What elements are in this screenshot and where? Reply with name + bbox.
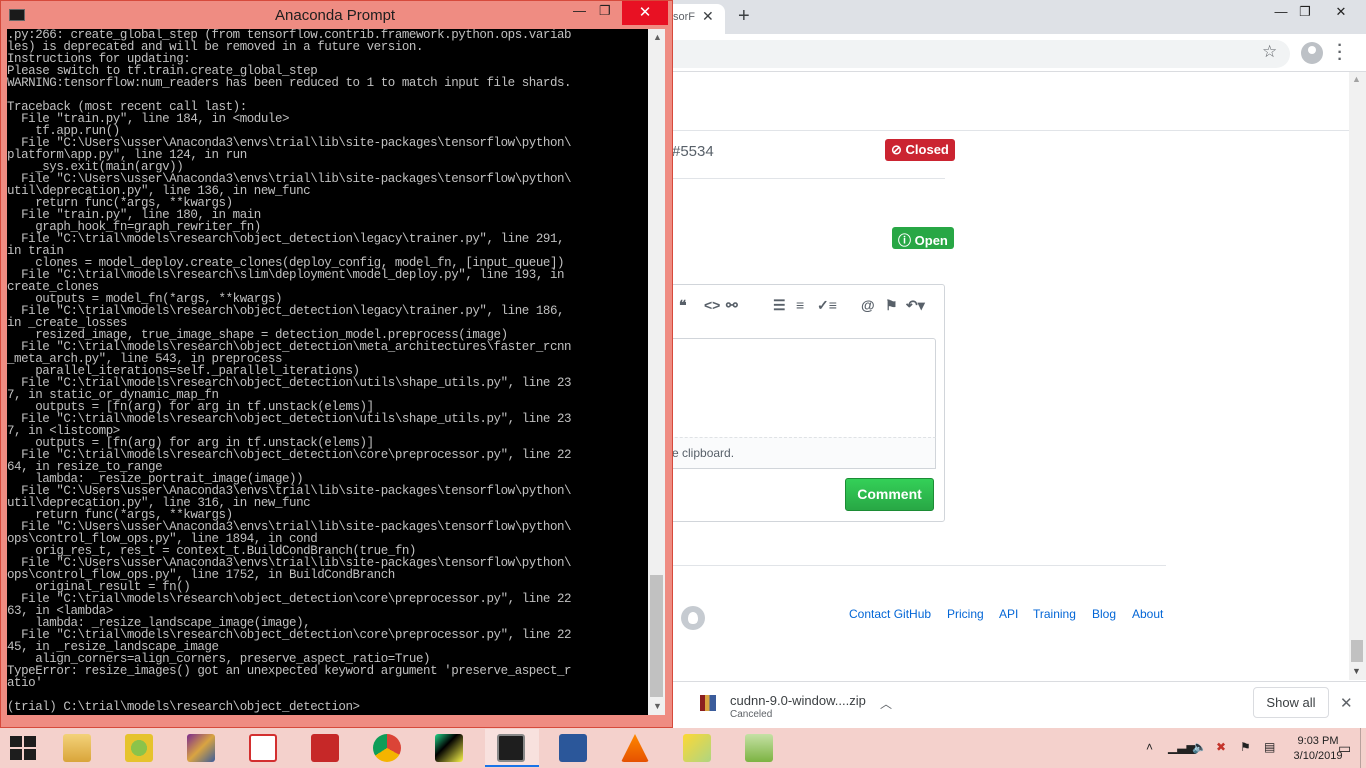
- download-file-name[interactable]: cudnn-9.0-window....zip: [730, 693, 866, 708]
- closed-badge-label: Closed: [905, 142, 949, 157]
- taskbar-qgis-button[interactable]: [113, 729, 167, 767]
- taskbar-file-explorer-button[interactable]: [51, 729, 105, 767]
- reply-icon[interactable]: ↶▾: [906, 297, 925, 314]
- ordered-list-icon[interactable]: ≡: [796, 297, 804, 313]
- new-tab-icon[interactable]: +: [738, 5, 750, 28]
- vlc-icon: [621, 734, 649, 762]
- taskbar-pycharm-button[interactable]: [423, 729, 477, 767]
- taskbar-10-app-button[interactable]: [237, 729, 291, 767]
- anaconda-prompt-window: Anaconda Prompt — ❐ ✕ .py:266: create_gl…: [0, 0, 673, 728]
- console-output[interactable]: .py:266: create_global_step (from tensor…: [7, 29, 648, 715]
- address-bar[interactable]: [640, 40, 1290, 68]
- footer-link-blog[interactable]: Blog: [1092, 607, 1116, 621]
- notepad-plus-plus-icon: [745, 734, 773, 762]
- open-status-badge: ⓘ Open: [892, 227, 954, 249]
- open-icon: ⓘ: [898, 233, 912, 248]
- tab-close-icon[interactable]: ✕: [702, 8, 714, 25]
- taskbar-photos-button[interactable]: [671, 729, 725, 767]
- taskbar-vlc-button[interactable]: [609, 729, 663, 767]
- comment-button[interactable]: Comment: [845, 478, 934, 511]
- chrome-icon: [373, 734, 401, 762]
- prompt-close-button[interactable]: ✕: [622, 1, 668, 25]
- security-alert-icon[interactable]: ✖: [1216, 740, 1226, 754]
- console-line: WARNING:tensorflow:num_readers has been …: [7, 76, 572, 90]
- winrar-icon: [187, 734, 215, 762]
- taskbar-chrome-button[interactable]: [361, 729, 415, 767]
- footer-divider: [672, 565, 1166, 566]
- pdf-reader-icon: [311, 734, 339, 762]
- page-scrollbar[interactable]: [1349, 72, 1366, 680]
- github-logo-icon[interactable]: [681, 606, 705, 630]
- volume-icon[interactable]: 🔈: [1192, 740, 1207, 754]
- task-list-icon[interactable]: ✓≡: [817, 297, 837, 314]
- chrome-close-button[interactable]: ✕: [1318, 2, 1364, 24]
- show-all-button[interactable]: Show all: [1253, 687, 1329, 718]
- footer-link-api[interactable]: API: [999, 607, 1018, 621]
- taskbar-pdf-reader-button[interactable]: [299, 729, 353, 767]
- closed-status-badge: ⊘ Closed: [885, 139, 955, 161]
- taskbar-notepad-plus-plus-button[interactable]: [733, 729, 787, 767]
- prompt-minimize-button[interactable]: —: [573, 3, 586, 18]
- code-icon[interactable]: <>: [704, 297, 720, 313]
- quote-icon[interactable]: ❝: [679, 297, 687, 314]
- device-icon[interactable]: ▤: [1264, 740, 1275, 754]
- show-desktop-button[interactable]: [1360, 728, 1366, 768]
- windows-start-button[interactable]: [10, 736, 38, 762]
- footer-link-contact[interactable]: Contact GitHub: [849, 607, 931, 621]
- photos-icon: [683, 734, 711, 762]
- unordered-list-icon[interactable]: ☰: [773, 297, 786, 314]
- footer-link-about[interactable]: About: [1132, 607, 1163, 621]
- prompt-window-title: Anaconda Prompt: [275, 7, 396, 24]
- taskbar-command-prompt-button[interactable]: [485, 729, 539, 767]
- show-hidden-icons-icon[interactable]: ˄: [1146, 740, 1153, 754]
- console-scroll-up-icon[interactable]: ▲: [653, 32, 662, 42]
- bookmark-icon[interactable]: ⚑: [885, 297, 898, 314]
- issue-reference-link[interactable]: #5534: [672, 143, 714, 160]
- archive-file-icon: [700, 695, 716, 711]
- command-prompt-icon: [497, 734, 525, 762]
- open-badge-label: Open: [914, 233, 948, 248]
- mention-icon[interactable]: @: [861, 297, 875, 313]
- console-app-icon[interactable]: [9, 9, 25, 21]
- file-explorer-icon: [63, 734, 91, 762]
- footer-link-pricing[interactable]: Pricing: [947, 607, 984, 621]
- link-icon[interactable]: ⚯: [726, 297, 738, 314]
- header-divider: [640, 130, 1350, 131]
- profile-avatar-icon[interactable]: [1301, 42, 1323, 64]
- downloads-close-icon[interactable]: ✕: [1340, 694, 1353, 712]
- pycharm-icon: [435, 734, 463, 762]
- bookmark-star-icon[interactable]: ☆: [1262, 42, 1277, 62]
- scroll-up-icon[interactable]: ▲: [1352, 74, 1361, 84]
- console-line: (trial) C:\trial\models\research\object_…: [7, 700, 360, 714]
- prompt-maximize-button[interactable]: ❐: [599, 3, 611, 19]
- footer-link-training[interactable]: Training: [1033, 607, 1076, 621]
- 10-app-icon: [249, 734, 277, 762]
- console-text: .py:266: create_global_step (from tensor…: [7, 29, 572, 714]
- chevron-up-icon[interactable]: ︿: [880, 695, 892, 712]
- attach-files-hint: e clipboard.: [672, 446, 735, 460]
- taskbar-word-button[interactable]: [547, 729, 601, 767]
- console-line: atio': [7, 676, 43, 690]
- taskbar-winrar-button[interactable]: [175, 729, 229, 767]
- comment-textarea[interactable]: [640, 338, 936, 438]
- flag-icon[interactable]: ⚑: [1240, 740, 1251, 754]
- page-scrollbar-thumb[interactable]: [1351, 640, 1363, 662]
- chrome-tab-title[interactable]: sorF: [673, 11, 695, 23]
- scroll-down-icon[interactable]: ▼: [1352, 666, 1361, 676]
- word-icon: [559, 734, 587, 762]
- timeline-divider: [672, 178, 945, 179]
- console-line: TypeError: resize_images() got an unexpe…: [7, 664, 572, 678]
- notifications-icon[interactable]: ▭: [1338, 740, 1351, 757]
- console-line: File "C:\trial\models\research\object_de…: [7, 232, 565, 246]
- chrome-menu-icon[interactable]: · · ·: [1335, 38, 1345, 68]
- qgis-icon: [125, 734, 153, 762]
- console-scrollbar-thumb[interactable]: [650, 575, 663, 697]
- download-status: Canceled: [730, 709, 773, 720]
- closed-icon: ⊘: [891, 142, 902, 157]
- console-scroll-down-icon[interactable]: ▼: [653, 701, 662, 711]
